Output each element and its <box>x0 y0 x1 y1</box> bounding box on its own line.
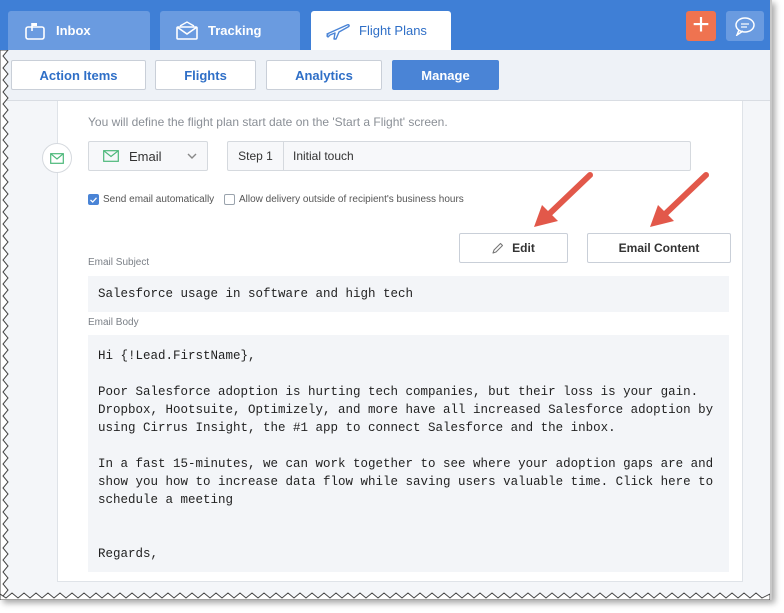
airplane-icon <box>325 20 351 42</box>
body-line: In a fast 15-minutes, we can work togeth… <box>98 457 714 471</box>
pencil-icon <box>492 242 504 254</box>
tab-flight-plans-label: Flight Plans <box>359 23 427 38</box>
email-body-label: Email Body <box>88 317 139 328</box>
step-type-value: Email <box>129 148 162 164</box>
sub-tab-bar: Action Items Flights Analytics Manage <box>0 50 770 101</box>
tab-inbox[interactable]: Inbox <box>8 11 150 50</box>
email-body-field[interactable]: Hi {!Lead.FirstName}, Poor Salesforce ad… <box>88 335 729 572</box>
annotation-arrow-edit <box>534 172 593 227</box>
app-window: Inbox Tracking Flight Plans + Action Ite… <box>0 0 772 600</box>
body-line: Dropbox, Hootsuite, Optimizely, and more… <box>98 403 714 417</box>
send-auto-label: Send email automatically <box>103 194 215 205</box>
body-line: schedule a meeting <box>98 493 234 507</box>
allow-delivery-checkbox[interactable] <box>224 194 235 205</box>
email-content-button[interactable]: Email Content <box>587 233 731 263</box>
content-area: You will define the flight plan start da… <box>0 101 770 600</box>
mailbox-icon <box>22 20 48 42</box>
step-name-field[interactable]: Step 1 Initial touch <box>227 141 691 171</box>
send-auto-checkbox[interactable] <box>88 194 99 205</box>
add-button[interactable]: + <box>686 8 716 41</box>
email-subject-field[interactable]: Salesforce usage in software and high te… <box>88 276 729 312</box>
envelope-icon <box>174 20 200 42</box>
send-auto-option[interactable]: Send email automatically <box>88 194 214 205</box>
edit-button-label: Edit <box>512 241 535 255</box>
tab-flights[interactable]: Flights <box>155 60 256 90</box>
plus-icon: + <box>692 8 710 41</box>
tab-tracking[interactable]: Tracking <box>160 11 300 50</box>
body-closing: Regards, <box>98 547 159 561</box>
allow-delivery-option[interactable]: Allow delivery outside of recipient's bu… <box>224 194 464 205</box>
top-tab-bar: Inbox Tracking Flight Plans + <box>0 0 770 50</box>
tab-manage[interactable]: Manage <box>392 60 499 90</box>
allow-delivery-label: Allow delivery outside of recipient's bu… <box>239 194 464 205</box>
envelope-icon <box>103 150 119 162</box>
tab-flight-plans[interactable]: Flight Plans <box>311 11 451 50</box>
email-subject-label: Email Subject <box>88 257 150 268</box>
tab-inbox-label: Inbox <box>56 23 91 38</box>
annotation-arrow-email-content <box>650 172 709 227</box>
tab-analytics[interactable]: Analytics <box>266 60 382 90</box>
tab-action-items[interactable]: Action Items <box>11 60 146 90</box>
body-greeting: Hi {!Lead.FirstName}, <box>98 349 256 363</box>
envelope-icon <box>50 152 64 164</box>
edit-button[interactable]: Edit <box>459 233 568 263</box>
chevron-down-icon <box>187 153 197 159</box>
tab-tracking-label: Tracking <box>208 23 262 38</box>
step-number-label: Step 1 <box>228 142 284 170</box>
body-line: Poor Salesforce adoption is hurting tech… <box>98 385 699 399</box>
step-marker <box>42 143 72 173</box>
chat-button[interactable] <box>726 11 764 41</box>
torn-edge-bottom <box>0 592 770 600</box>
start-date-note: You will define the flight plan start da… <box>88 115 448 129</box>
step-type-select[interactable]: Email <box>88 141 208 171</box>
body-line: using Cirrus Insight, the #1 app to conn… <box>98 421 616 435</box>
step-name-value: Initial touch <box>293 149 354 163</box>
body-line: show you how to increase data flow while… <box>98 475 714 489</box>
chat-bubble-icon <box>734 16 756 36</box>
torn-edge-left <box>0 50 9 600</box>
